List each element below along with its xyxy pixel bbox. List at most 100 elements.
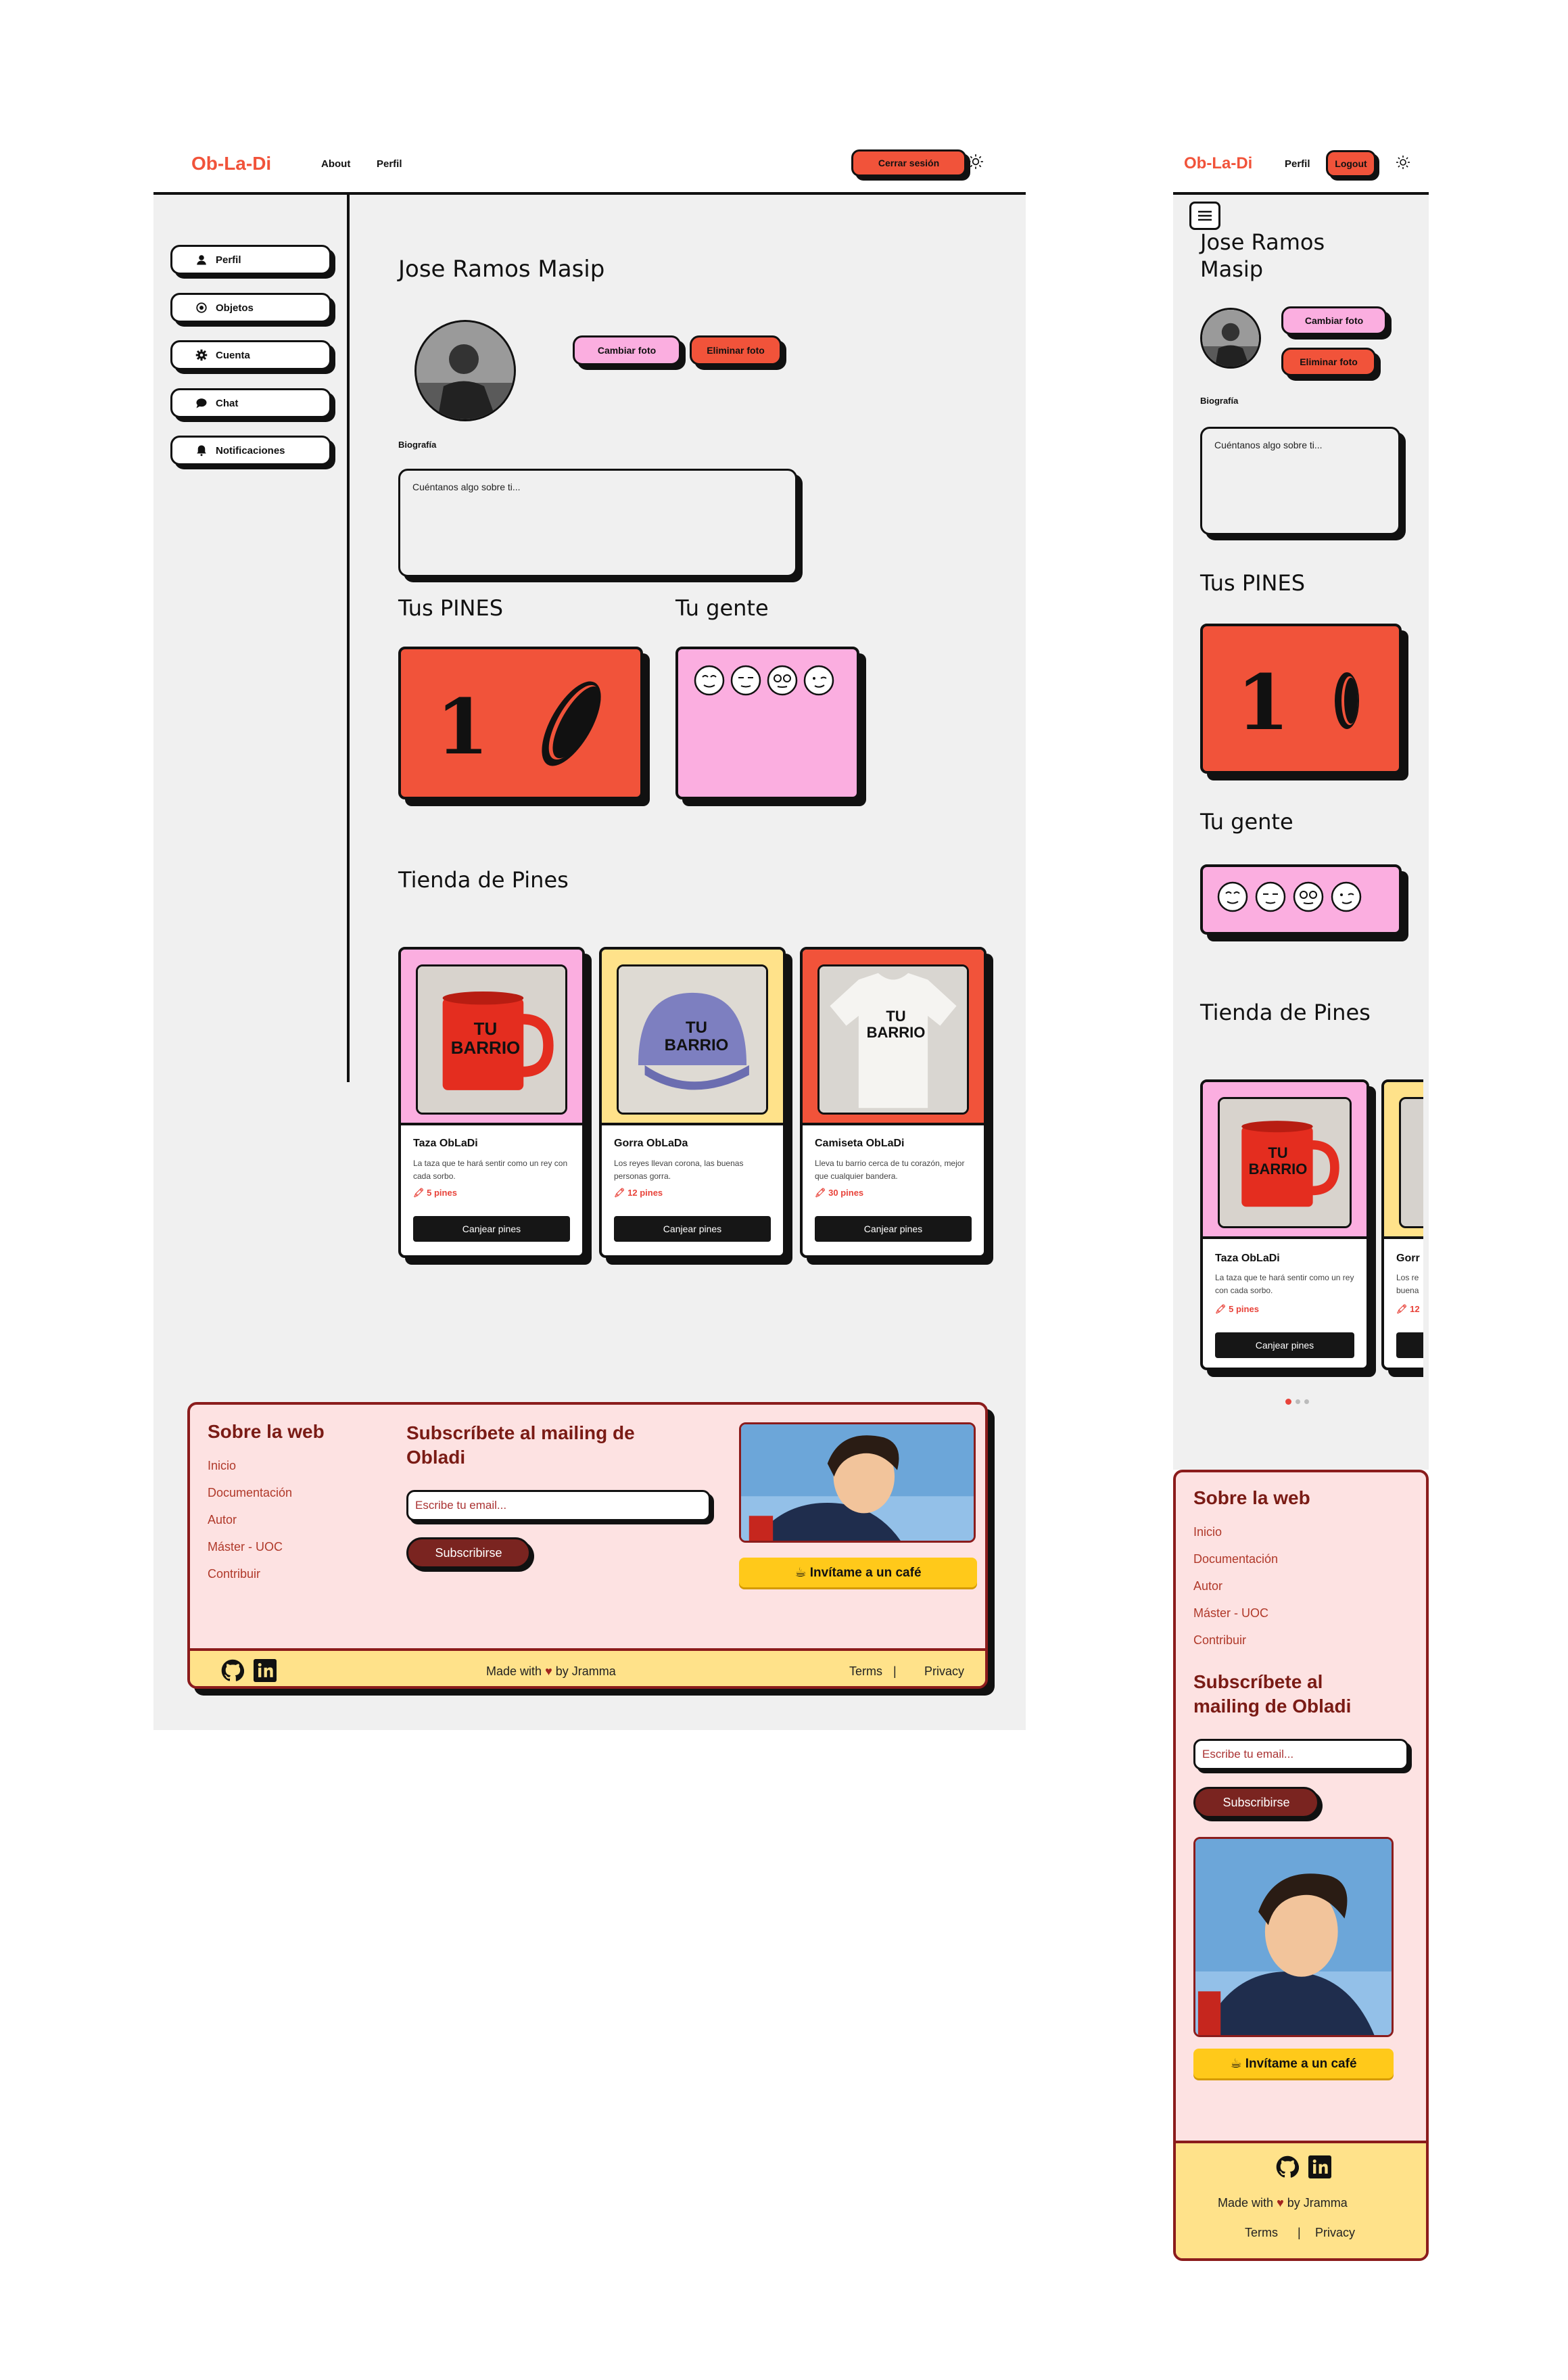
footer-link-contribuir[interactable]: Contribuir	[1193, 1633, 1246, 1648]
product-image: TU BARRIO	[817, 964, 969, 1115]
made-with-text: Made with ♥ by Jramma	[486, 1664, 616, 1678]
sidebar-item-chat[interactable]: Chat	[170, 388, 331, 418]
nav-perfil[interactable]: Perfil	[1285, 158, 1310, 170]
sidebar-item-label: Notificaciones	[216, 444, 285, 457]
sidebar-item-objetos[interactable]: Objetos	[170, 293, 331, 323]
sidebar-item-label: Cuenta	[216, 349, 250, 361]
avatar	[414, 320, 516, 421]
footer-terms-link[interactable]: Terms	[1245, 2226, 1278, 2240]
logout-button[interactable]: Cerrar sesión	[851, 149, 966, 177]
sidebar-item-cuenta[interactable]: Cuenta	[170, 340, 331, 370]
github-icon[interactable]	[221, 1659, 244, 1682]
redeem-button[interactable]: Canjear pines	[413, 1216, 570, 1242]
store-carousel[interactable]: TU BARRIO Taza ObLaDi La taza que te har…	[1200, 1079, 1423, 1377]
linkedin-icon[interactable]	[254, 1659, 277, 1682]
linkedin-icon[interactable]	[1308, 2155, 1331, 2178]
redeem-button[interactable]: Canjear pines	[815, 1216, 972, 1242]
footer-privacy-link[interactable]: Privacy	[924, 1664, 964, 1679]
sun-icon[interactable]	[1395, 154, 1411, 170]
delete-photo-button[interactable]: Eliminar foto	[690, 335, 782, 365]
face-icon[interactable]	[730, 664, 762, 697]
product-card[interactable]: TU BARRIO Camiseta ObLaDi Lleva tu barri…	[800, 947, 987, 1258]
footer-link-documentacion[interactable]: Documentación	[208, 1486, 292, 1500]
gear-icon	[195, 349, 208, 361]
footer-terms-link[interactable]: Terms	[849, 1664, 882, 1679]
product-name: Camiseta ObLaDi	[815, 1138, 905, 1149]
carousel-dot[interactable]	[1296, 1399, 1300, 1404]
product-image: TU BARRIO	[416, 964, 567, 1115]
people-faces	[1216, 881, 1362, 913]
footer-email-input[interactable]: Escribe tu email...	[1193, 1739, 1408, 1770]
footer-link-autor[interactable]: Autor	[208, 1513, 237, 1527]
profile-name: Jose Ramos Masip	[1200, 229, 1325, 282]
menu-icon[interactable]	[1189, 202, 1220, 230]
sidebar-item-label: Objetos	[216, 302, 254, 314]
face-icon[interactable]	[693, 664, 726, 697]
product-card[interactable]: TU BARRIO Taza ObLaDi La taza que te har…	[398, 947, 585, 1258]
product-image: TU BARRIO	[617, 964, 768, 1115]
desktop-view: Ob-La-Di About Perfil Cerrar sesión Perf…	[153, 129, 1026, 1731]
logout-button[interactable]: Logout	[1326, 150, 1376, 177]
product-name: Gorr	[1396, 1253, 1420, 1264]
footer-subscribe-button[interactable]: Subscribirse	[1193, 1787, 1319, 1818]
footer-bar: Made with ♥ by Jramma Terms | Privacy	[1176, 2141, 1426, 2258]
redeem-button[interactable]	[1396, 1332, 1423, 1358]
sidebar-item-label: Chat	[216, 397, 239, 409]
coffee-button[interactable]: ☕ Invítame a un café	[739, 1558, 977, 1587]
coffee-button[interactable]: ☕ Invítame a un café	[1193, 2049, 1394, 2078]
product-image: TU BARRIO	[1218, 1097, 1352, 1228]
brand-logo[interactable]: Ob-La-Di	[191, 153, 271, 174]
people-card	[675, 647, 859, 799]
face-icon[interactable]	[1292, 881, 1325, 913]
delete-photo-button[interactable]: Eliminar foto	[1281, 348, 1376, 376]
face-icon[interactable]	[1330, 881, 1362, 913]
face-icon[interactable]	[1216, 881, 1249, 913]
footer-link-contribuir[interactable]: Contribuir	[208, 1567, 260, 1581]
face-icon[interactable]	[766, 664, 799, 697]
product-card[interactable]: TU BARRIO Taza ObLaDi La taza que te har…	[1200, 1079, 1369, 1370]
change-photo-button[interactable]: Cambiar foto	[1281, 306, 1387, 335]
change-photo-button[interactable]: Cambiar foto	[573, 335, 681, 365]
footer-link-autor[interactable]: Autor	[1193, 1579, 1222, 1593]
sidebar-item-label: Perfil	[216, 254, 241, 266]
bio-textarea[interactable]: Cuéntanos algo sobre ti...	[1200, 427, 1400, 535]
product-price: 🖍 5 pines	[1215, 1304, 1259, 1314]
brand-logo[interactable]: Ob-La-Di	[1184, 154, 1252, 173]
pin-icon	[1335, 672, 1359, 729]
footer-about-title: Sobre la web	[1193, 1487, 1310, 1508]
made-with-text: Made with ♥ by Jramma	[1218, 2196, 1348, 2210]
product-desc: Lleva tu barrio cerca de tu corazón, mej…	[815, 1159, 965, 1181]
sidebar-item-perfil[interactable]: Perfil	[170, 245, 331, 275]
face-icon[interactable]	[1254, 881, 1287, 913]
product-card-peek[interactable]: Gorr Los re buena 🖍 12	[1381, 1079, 1423, 1370]
product-name: Gorra ObLaDa	[614, 1138, 688, 1149]
footer-subscribe-button[interactable]: Subscribirse	[406, 1537, 531, 1568]
redeem-button[interactable]: Canjear pines	[1215, 1332, 1354, 1358]
sun-icon[interactable]	[967, 153, 984, 170]
product-name: Taza ObLaDi	[1215, 1253, 1280, 1264]
footer-link-inicio[interactable]: Inicio	[208, 1459, 236, 1473]
pins-title: Tus PINES	[1200, 570, 1306, 596]
nav-perfil[interactable]: Perfil	[377, 158, 402, 170]
footer-link-master[interactable]: Máster - UOC	[208, 1540, 283, 1554]
footer-email-input[interactable]: Escribe tu email...	[406, 1490, 711, 1521]
product-desc: La taza que te hará sentir como un rey c…	[413, 1159, 568, 1181]
footer-link-inicio[interactable]: Inicio	[1193, 1525, 1222, 1539]
carousel-dot[interactable]	[1304, 1399, 1309, 1404]
github-icon[interactable]	[1276, 2155, 1299, 2178]
nav-about[interactable]: About	[321, 158, 350, 170]
author-illustration	[739, 1422, 976, 1543]
bio-textarea[interactable]: Cuéntanos algo sobre ti...	[398, 469, 797, 577]
sidebar: Perfil Objetos Cuenta Chat Notificacione…	[153, 195, 350, 1082]
pins-count: 1	[436, 683, 489, 772]
people-title: Tu gente	[675, 595, 769, 621]
footer-link-documentacion[interactable]: Documentación	[1193, 1552, 1278, 1566]
product-card[interactable]: TU BARRIO Gorra ObLaDa Los reyes llevan …	[599, 947, 786, 1258]
footer-link-master[interactable]: Máster - UOC	[1193, 1606, 1268, 1620]
sidebar-item-notificaciones[interactable]: Notificaciones	[170, 436, 331, 465]
face-icon[interactable]	[803, 664, 835, 697]
footer-privacy-link[interactable]: Privacy	[1315, 2226, 1355, 2240]
redeem-button[interactable]: Canjear pines	[614, 1216, 771, 1242]
carousel-dots[interactable]	[1285, 1399, 1309, 1405]
carousel-dot-active[interactable]	[1285, 1399, 1291, 1405]
